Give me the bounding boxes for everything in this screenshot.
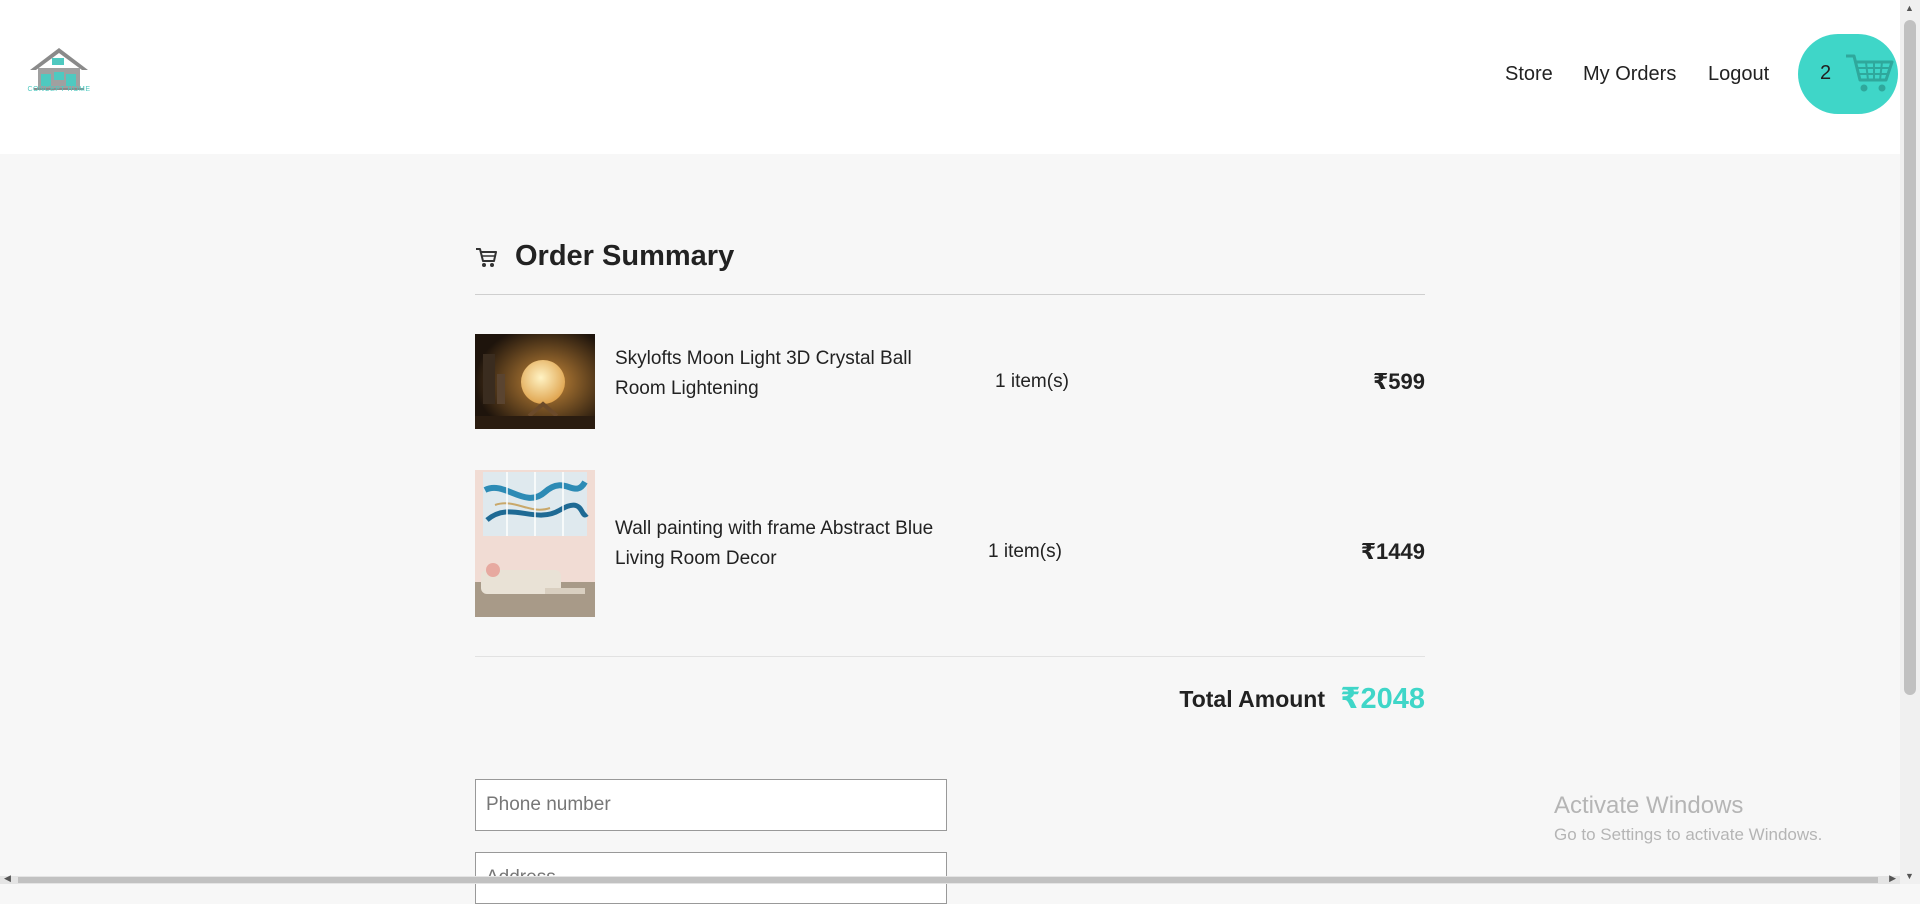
item-quantity: 1 item(s) bbox=[995, 371, 1069, 392]
moon-lamp-image bbox=[475, 334, 595, 429]
order-item: Wall painting with frame Abstract Blue L… bbox=[475, 470, 1425, 618]
nav-logout-link[interactable]: Logout bbox=[1708, 63, 1769, 86]
divider bbox=[475, 294, 1425, 295]
order-item: Skylofts Moon Light 3D Crystal Ball Room… bbox=[475, 334, 1425, 430]
cart-button[interactable]: 2 bbox=[1798, 34, 1898, 114]
item-price: ₹1449 bbox=[1360, 539, 1425, 564]
page-title: Order Summary bbox=[515, 240, 735, 272]
scroll-up-arrow-icon[interactable]: ▲ bbox=[1905, 3, 1914, 13]
nav-store-link[interactable]: Store bbox=[1505, 63, 1553, 86]
top-navbar: CONCEPT HOME Store My Orders Logout 2 bbox=[0, 0, 1900, 154]
phone-number-input[interactable] bbox=[475, 779, 947, 831]
wall-painting-image bbox=[475, 470, 595, 617]
horizontal-scrollbar[interactable]: ◀ ▶ bbox=[0, 873, 1900, 884]
item-quantity: 1 item(s) bbox=[988, 541, 1062, 562]
scroll-right-arrow-icon[interactable]: ▶ bbox=[1889, 873, 1896, 884]
item-name: Skylofts Moon Light 3D Crystal Ball Room… bbox=[615, 348, 912, 399]
shopping-cart-icon bbox=[476, 248, 497, 267]
scroll-left-arrow-icon[interactable]: ◀ bbox=[4, 873, 11, 884]
cart-count-badge: 2 bbox=[1820, 62, 1832, 84]
wall-painting-photo bbox=[475, 470, 595, 617]
logo-text: CONCEPT HOME bbox=[27, 86, 91, 93]
activate-windows-watermark: Activate Windows bbox=[1554, 792, 1744, 819]
total-amount-value: ₹2048 bbox=[1340, 683, 1425, 715]
vertical-scrollbar[interactable]: ▲ ▼ bbox=[1900, 0, 1920, 884]
horizontal-scroll-thumb[interactable] bbox=[18, 877, 1878, 883]
divider bbox=[475, 656, 1425, 657]
vertical-scroll-thumb[interactable] bbox=[1904, 20, 1916, 695]
activate-windows-hint: Go to Settings to activate Windows. bbox=[1554, 825, 1823, 844]
item-name: Wall painting with frame Abstract Blue L… bbox=[615, 518, 934, 569]
shopping-cart-icon bbox=[1846, 54, 1894, 92]
total-amount-label: Total Amount bbox=[1179, 686, 1325, 712]
nav-my-orders-link[interactable]: My Orders bbox=[1583, 63, 1676, 86]
order-summary-header: Order Summary bbox=[475, 234, 1425, 284]
item-price: ₹599 bbox=[1372, 369, 1425, 394]
moon-lamp-photo bbox=[475, 334, 595, 429]
scroll-down-arrow-icon[interactable]: ▼ bbox=[1905, 871, 1914, 881]
